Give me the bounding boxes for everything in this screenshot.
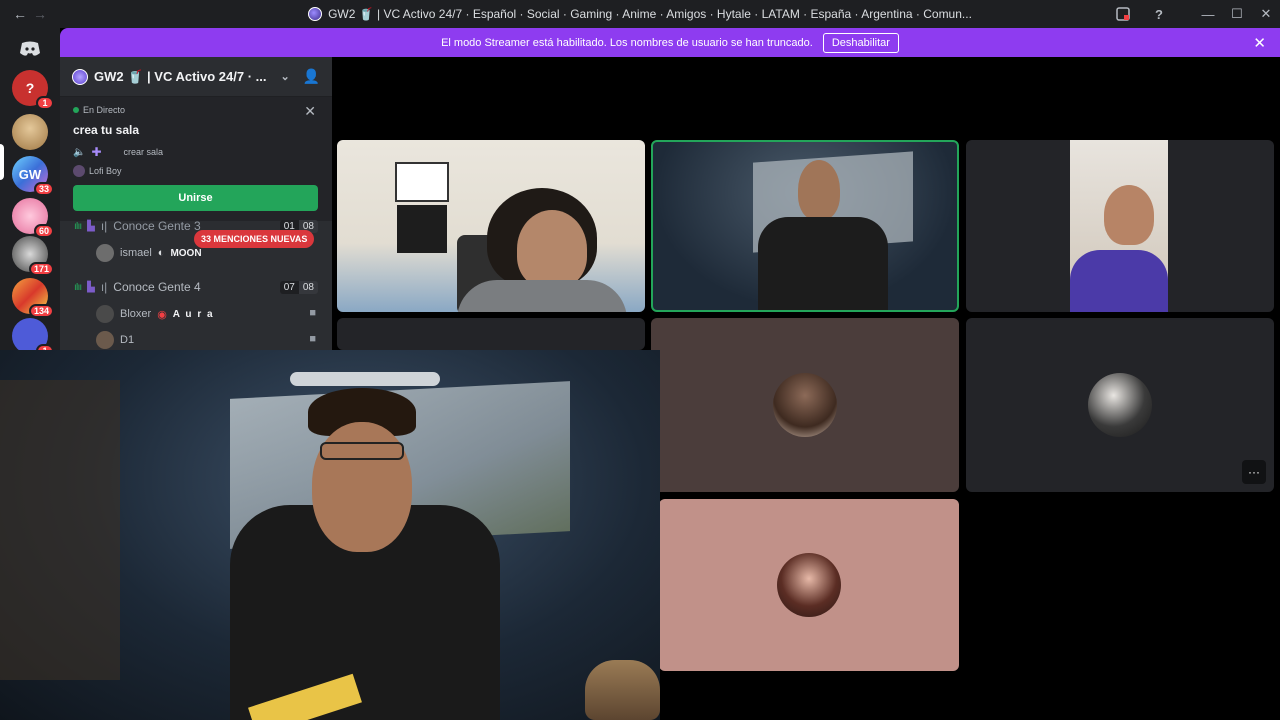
aura-badge-icon: ◉ — [157, 308, 167, 321]
wall-device — [397, 205, 447, 253]
stage-icon: ▙ — [87, 220, 95, 232]
more-options-button[interactable]: ··· — [1242, 460, 1266, 484]
speaker-icon: 🔈 — [73, 146, 86, 158]
glasses — [320, 442, 404, 460]
member-tag: MOON — [170, 247, 202, 259]
close-banner-icon[interactable]: ✕ — [1253, 34, 1266, 52]
camera-icon: ■ — [309, 307, 316, 319]
invite-people-icon[interactable]: 👤 — [303, 68, 320, 85]
window-titlebar: ← → GW2 🥤 | VC Activo 24/7 · Español · S… — [0, 0, 1280, 28]
server-icon — [308, 7, 323, 21]
disable-streamer-button[interactable]: Deshabilitar — [822, 32, 899, 53]
server-logo-icon — [72, 68, 88, 85]
server-q-icon[interactable]: ? 1 — [12, 70, 54, 110]
video-tile-participant-7[interactable] — [659, 499, 959, 671]
help-icon[interactable]: ? — [1145, 0, 1173, 28]
mate-cup — [585, 660, 660, 720]
video-tile-participant-1[interactable] — [337, 140, 645, 312]
portrait-feed — [1070, 140, 1168, 312]
video-tile-participant-3[interactable] — [966, 140, 1274, 312]
server-pink-icon[interactable]: 60 — [12, 198, 54, 238]
voice-channel-conoce-gente-4[interactable]: ıIıı ▙ ı| Conoce Gente 4 07 08 — [60, 276, 332, 298]
stage-icon: ▙ — [87, 281, 95, 293]
member-name: ismael — [120, 247, 152, 259]
maximize-button[interactable]: ☐ — [1223, 0, 1251, 28]
chevron-down-icon[interactable]: ⌄ — [281, 70, 290, 83]
user-count: 07 08 — [279, 280, 318, 294]
server-anime-icon[interactable]: 171 — [12, 236, 54, 276]
server-colorful-icon[interactable]: 134 — [12, 278, 54, 318]
server-name: GW2 🥤 | VC Activo 24/7 · ... — [94, 68, 267, 84]
avatar — [773, 373, 837, 437]
minimize-button[interactable]: — — [1194, 0, 1222, 28]
member-name: Bloxer — [120, 308, 152, 320]
channel-sidebar: GW2 🥤 | VC Activo 24/7 · ... ⌄ 👤 En Dire… — [60, 57, 332, 350]
inbox-icon[interactable] — [1109, 0, 1137, 28]
live-dot-icon — [73, 107, 79, 113]
back-arrow-icon[interactable]: ← — [10, 0, 30, 28]
unread-badge: 134 — [28, 304, 54, 318]
selected-server-indicator — [0, 144, 4, 180]
forward-arrow-icon[interactable]: → — [30, 0, 50, 28]
discord-home-icon[interactable] — [12, 31, 48, 67]
unread-badge: 33 — [33, 182, 54, 196]
server-blue-icon[interactable]: 1 — [12, 318, 54, 358]
participant-face — [798, 160, 840, 220]
participant-face — [1104, 185, 1154, 245]
avatar — [777, 553, 841, 617]
voice-member[interactable]: Bloxer ◉ A u r a — [96, 303, 214, 325]
video-tile-participant-6[interactable]: ··· — [966, 318, 1274, 492]
close-live-card-icon[interactable]: ✕ — [304, 103, 316, 120]
video-tile-participant-4[interactable] — [337, 318, 645, 350]
moon-badge-icon: ◐ — [157, 247, 165, 259]
server-header[interactable]: GW2 🥤 | VC Activo 24/7 · ... ⌄ 👤 — [60, 57, 332, 97]
close-window-button[interactable]: ✕ — [1252, 0, 1280, 28]
avatar — [73, 165, 85, 177]
participant-shirt — [758, 217, 888, 310]
member-name: D1 — [120, 334, 135, 346]
voice-activity-icon: ıIıı — [74, 281, 82, 293]
wardrobe — [0, 380, 120, 680]
camera-icon: ■ — [309, 333, 316, 345]
new-mentions-pill[interactable]: 33 MENCIONES NUEVAS — [194, 230, 315, 248]
voice-activity-icon: ıIıı — [74, 220, 82, 232]
channel-name: Conoce Gente 3 — [113, 219, 201, 233]
server-rail: ? 1 GW 33 60 171 134 1 — [0, 28, 60, 358]
live-host: Lofi Boy — [73, 165, 319, 177]
avatar — [96, 331, 114, 349]
avatar — [1088, 373, 1152, 437]
window-title: GW2 🥤 | VC Activo 24/7 · Español · Socia… — [328, 7, 972, 21]
channel-name: Conoce Gente 4 — [113, 280, 201, 294]
streamer-webcam-overlay — [0, 350, 660, 720]
ceiling-fan — [290, 372, 440, 386]
video-tile-participant-2-speaking[interactable] — [651, 140, 959, 312]
server-cat-icon[interactable] — [12, 114, 48, 150]
voice-member[interactable]: D1 — [96, 329, 134, 350]
streamer-mode-text: El modo Streamer está habilitado. Los no… — [441, 36, 813, 49]
server-gw-icon[interactable]: GW 33 — [12, 156, 54, 196]
live-title: crea tu sala — [73, 123, 140, 137]
live-status: En Directo — [73, 105, 319, 115]
plus-icon[interactable]: ✚ — [91, 145, 101, 159]
live-action-row: 🔈 ✚ crear sala — [73, 145, 319, 159]
window-title-wrap: GW2 🥤 | VC Activo 24/7 · Español · Socia… — [0, 0, 1280, 28]
unread-badge: 1 — [36, 96, 54, 110]
create-room-label: crear sala — [123, 147, 164, 157]
participant-shirt — [457, 280, 627, 312]
participant-shirt — [1070, 250, 1168, 312]
member-tag: A u r a — [172, 308, 215, 320]
unread-badge: 171 — [28, 262, 54, 276]
voice-member[interactable]: ismael ◐ MOON — [96, 242, 202, 264]
avatar — [96, 305, 114, 323]
live-stage-card: En Directo ✕ crea tu sala 🔈 ✚ crear sala… — [60, 97, 332, 221]
avatar — [96, 244, 114, 262]
video-tile-participant-5[interactable] — [651, 318, 959, 492]
streamer-mode-banner: El modo Streamer está habilitado. Los no… — [60, 28, 1280, 57]
participant-face — [517, 210, 587, 288]
join-button[interactable]: Unirse — [73, 185, 318, 211]
wall-frame — [395, 162, 449, 202]
unread-badge: 60 — [33, 224, 54, 238]
